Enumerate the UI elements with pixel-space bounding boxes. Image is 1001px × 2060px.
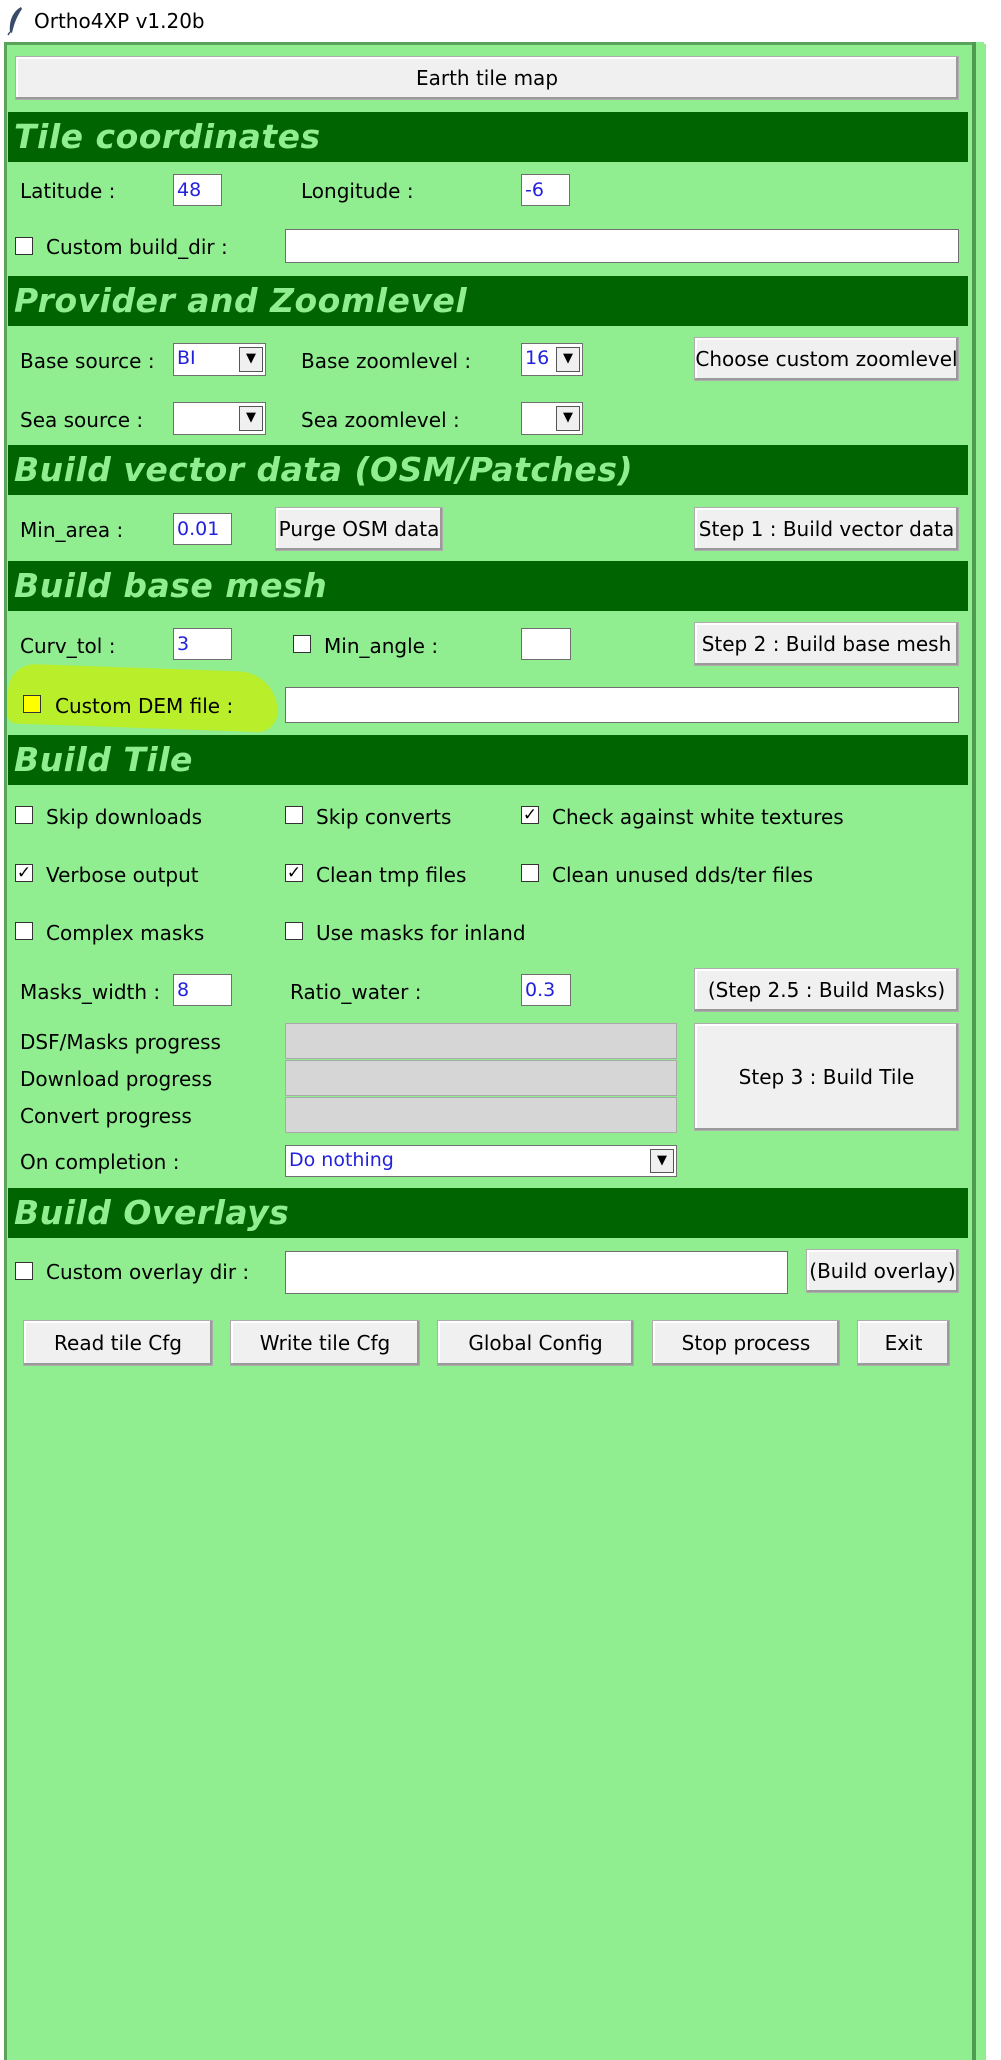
on-completion-select[interactable]: Do nothing ▼ (285, 1145, 677, 1177)
verbose-output-checkbox[interactable]: ✓ (15, 864, 33, 882)
global-config-button[interactable]: Global Config (437, 1320, 634, 1366)
clean-tmp-files-checkbox[interactable]: ✓ (285, 864, 303, 882)
base-zoomlevel-label: Base zoomlevel : (301, 349, 472, 373)
check-mark-icon: ✓ (16, 863, 32, 883)
ratio-water-input[interactable]: 0.3 (521, 974, 571, 1006)
step2-build-base-mesh-button[interactable]: Step 2 : Build base mesh (694, 622, 959, 666)
skip-converts-checkbox[interactable] (285, 806, 303, 824)
title-bar: Ortho4XP v1.20b (0, 0, 1001, 42)
download-progress-bar (285, 1060, 677, 1096)
download-progress-label: Download progress (20, 1067, 213, 1091)
min-angle-checkbox[interactable] (293, 635, 311, 653)
sea-source-label: Sea source : (20, 408, 144, 432)
base-source-select[interactable]: BI ▼ (173, 343, 266, 376)
check-white-textures-label: Check against white textures (552, 805, 844, 829)
clean-tmp-files-label: Clean tmp files (316, 863, 467, 887)
complex-masks-checkbox[interactable] (15, 922, 33, 940)
verbose-output-label: Verbose output (46, 863, 199, 887)
earth-tile-map-button[interactable]: Earth tile map (15, 56, 959, 100)
custom-overlay-dir-checkbox[interactable] (15, 1262, 33, 1280)
skip-downloads-checkbox[interactable] (15, 806, 33, 824)
chevron-down-icon[interactable]: ▼ (239, 406, 263, 431)
custom-build-dir-checkbox[interactable] (15, 237, 33, 255)
min-area-label: Min_area : (20, 518, 124, 542)
custom-dem-file-input[interactable] (285, 687, 959, 723)
masks-width-label: Masks_width : (20, 980, 161, 1004)
convert-progress-label: Convert progress (20, 1104, 192, 1128)
chevron-down-icon[interactable]: ▼ (239, 347, 263, 372)
exit-button[interactable]: Exit (857, 1320, 950, 1366)
custom-overlay-dir-input[interactable] (285, 1251, 788, 1294)
log-pane (984, 44, 1001, 2060)
chevron-down-icon[interactable]: ▼ (650, 1149, 674, 1173)
longitude-label: Longitude : (301, 179, 414, 203)
purge-osm-data-button[interactable]: Purge OSM data (275, 507, 443, 551)
chevron-down-icon[interactable]: ▼ (556, 406, 580, 431)
sea-source-select[interactable]: ▼ (173, 402, 266, 435)
masks-inland-checkbox[interactable] (285, 922, 303, 940)
sea-zoomlevel-select[interactable]: ▼ (521, 402, 583, 435)
latitude-label: Latitude : (20, 179, 116, 203)
longitude-input[interactable]: -6 (521, 174, 570, 206)
build-overlay-button[interactable]: (Build overlay) (806, 1249, 959, 1293)
feather-icon (7, 7, 22, 36)
window-title: Ortho4XP v1.20b (34, 9, 205, 33)
section-build-base-mesh: Build base mesh (8, 561, 968, 611)
skip-converts-label: Skip converts (316, 805, 452, 829)
skip-downloads-label: Skip downloads (46, 805, 203, 829)
sea-zoomlevel-label: Sea zoomlevel : (301, 408, 460, 432)
masks-inland-label: Use masks for inland (316, 921, 526, 945)
masks-width-input[interactable]: 8 (173, 974, 232, 1006)
ratio-water-label: Ratio_water : (290, 980, 422, 1004)
section-build-overlays: Build Overlays (8, 1188, 968, 1238)
chevron-down-icon[interactable]: ▼ (556, 347, 580, 372)
clean-unused-dds-checkbox[interactable] (521, 864, 539, 882)
custom-dem-file-checkbox[interactable] (23, 695, 41, 713)
curv-tol-label: Curv_tol : (20, 634, 116, 658)
complex-masks-label: Complex masks (46, 921, 205, 945)
section-build-vector-data: Build vector data (OSM/Patches) (8, 445, 968, 495)
base-source-label: Base source : (20, 349, 155, 373)
on-completion-label: On completion : (20, 1150, 180, 1174)
section-provider-zoomlevel: Provider and Zoomlevel (8, 276, 968, 326)
base-zoomlevel-select[interactable]: 16 ▼ (521, 343, 583, 376)
check-white-textures-checkbox[interactable]: ✓ (521, 806, 539, 824)
choose-custom-zoomlevel-button[interactable]: Choose custom zoomlevel (694, 337, 959, 381)
dsf-masks-progress-label: DSF/Masks progress (20, 1030, 221, 1054)
dsf-masks-progress-bar (285, 1023, 677, 1059)
right-frame (976, 42, 984, 2060)
step1-build-vector-data-button[interactable]: Step 1 : Build vector data (694, 507, 959, 551)
custom-dem-file-label: Custom DEM file : (55, 694, 234, 718)
min-angle-input[interactable] (521, 628, 571, 660)
check-mark-icon: ✓ (286, 863, 302, 883)
stop-process-button[interactable]: Stop process (652, 1320, 840, 1366)
custom-build-dir-input[interactable] (285, 229, 959, 263)
step3-build-tile-button[interactable]: Step 3 : Build Tile (694, 1023, 959, 1131)
read-tile-cfg-button[interactable]: Read tile Cfg (23, 1320, 213, 1366)
curv-tol-input[interactable]: 3 (173, 628, 232, 660)
check-mark-icon: ✓ (522, 805, 538, 825)
clean-unused-dds-label: Clean unused dds/ter files (552, 863, 814, 887)
write-tile-cfg-button[interactable]: Write tile Cfg (230, 1320, 420, 1366)
section-build-tile: Build Tile (8, 735, 968, 785)
min-angle-label: Min_angle : (324, 634, 439, 658)
section-tile-coordinates: Tile coordinates (8, 112, 968, 162)
convert-progress-bar (285, 1097, 677, 1133)
min-area-input[interactable]: 0.01 (173, 513, 232, 545)
custom-overlay-dir-label: Custom overlay dir : (46, 1260, 250, 1284)
latitude-input[interactable]: 48 (173, 174, 222, 206)
custom-build-dir-label: Custom build_dir : (46, 235, 228, 259)
step25-build-masks-button[interactable]: (Step 2.5 : Build Masks) (694, 968, 959, 1012)
